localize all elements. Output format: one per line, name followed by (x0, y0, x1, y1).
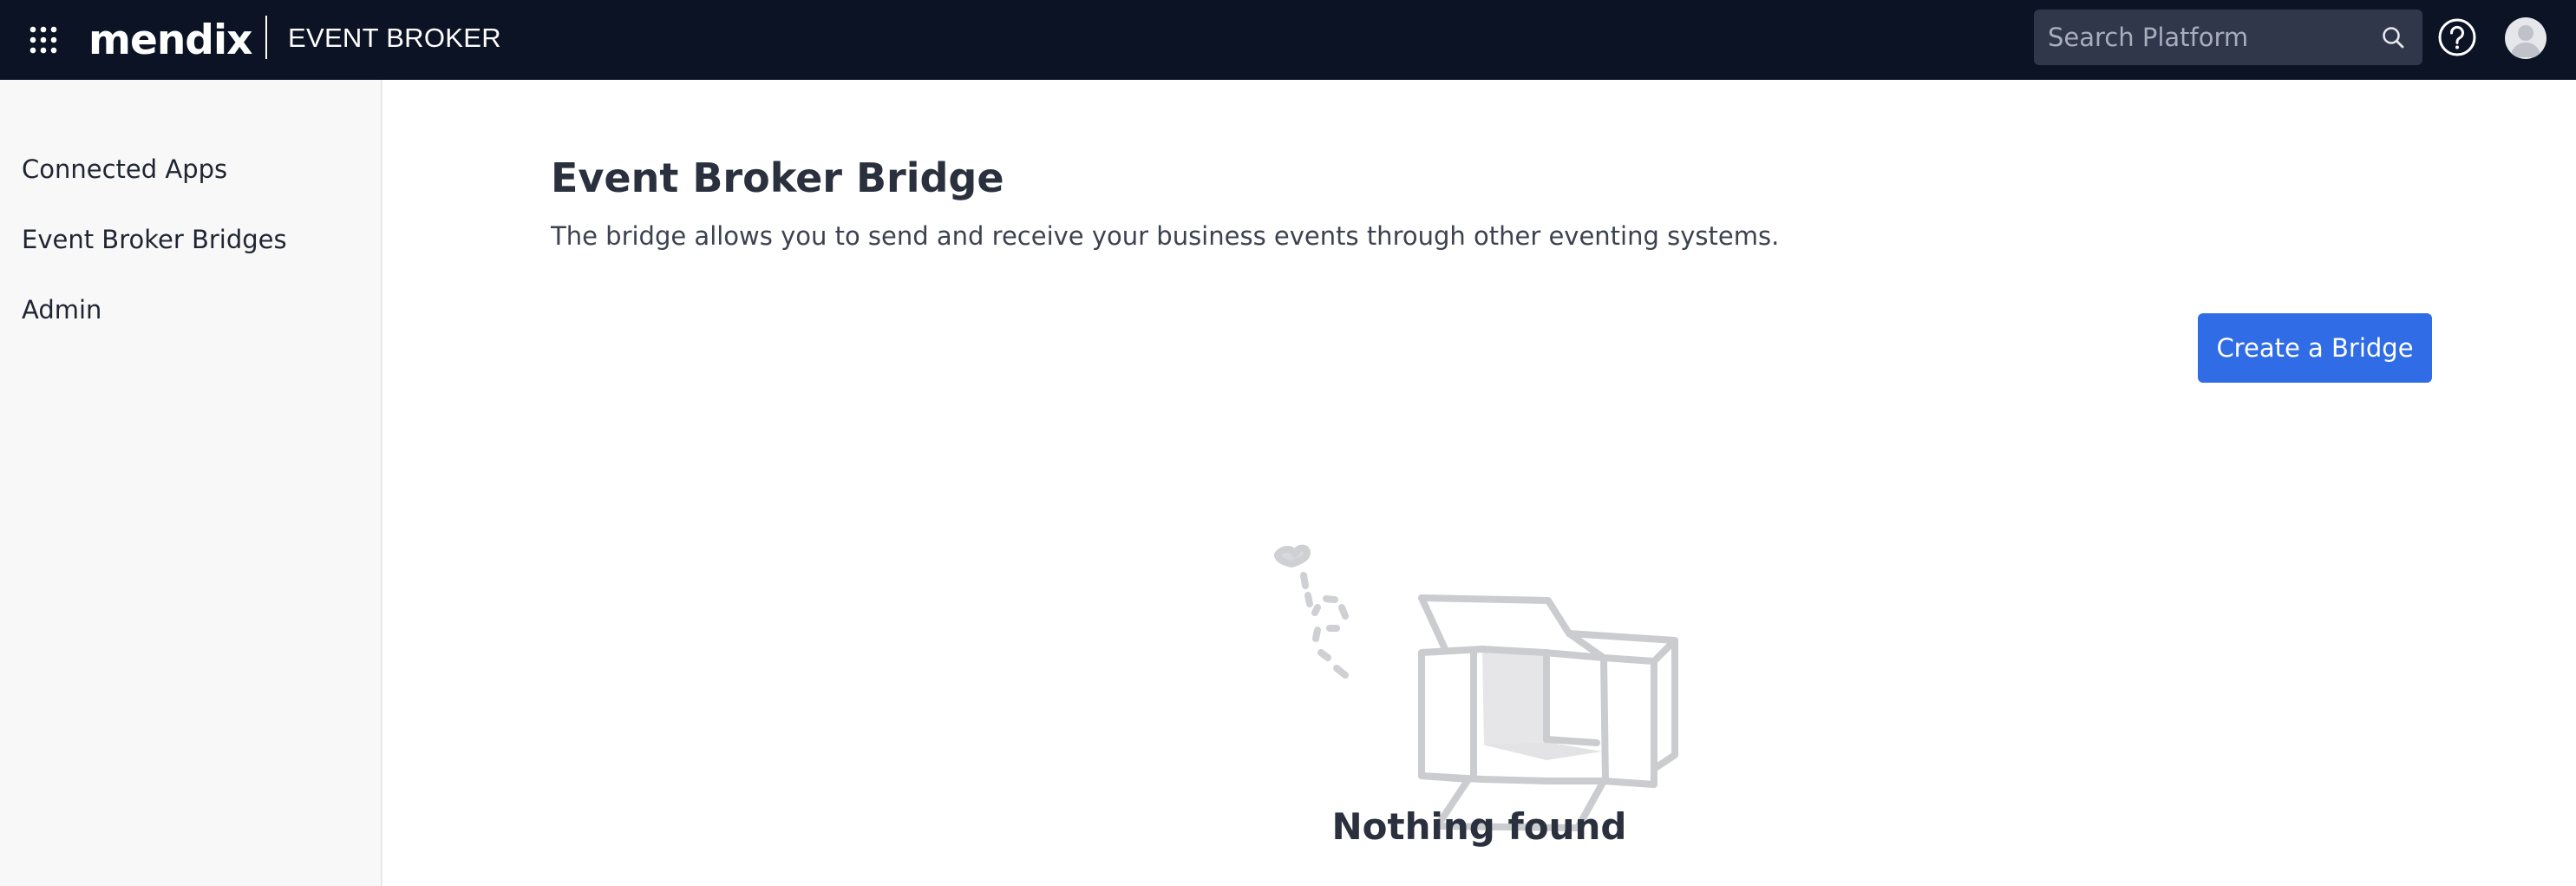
user-avatar[interactable] (2505, 17, 2547, 59)
sidebar: Connected Apps Event Broker Bridges Admi… (0, 80, 382, 886)
main-content: Event Broker Bridge The bridge allows yo… (382, 80, 2576, 886)
create-bridge-button[interactable]: Create a Bridge (2198, 313, 2432, 383)
search-icon[interactable] (2381, 25, 2405, 49)
header-divider (265, 16, 267, 59)
sidebar-item-connected-apps[interactable]: Connected Apps (22, 154, 227, 184)
open-empty-box-icon (1274, 544, 1678, 831)
sidebar-item-event-broker-bridges[interactable]: Event Broker Bridges (22, 225, 287, 254)
user-silhouette-icon (2510, 25, 2541, 57)
help-icon[interactable] (2437, 17, 2477, 57)
mendix-logo[interactable]: mendix (88, 9, 252, 71)
sidebar-item-admin[interactable]: Admin (22, 295, 101, 325)
page-title: Event Broker Bridge (551, 154, 1004, 201)
product-name: EVENT BROKER (288, 23, 501, 53)
empty-state-title: Nothing found (1331, 805, 1627, 848)
page-description: The bridge allows you to send and receiv… (551, 221, 1780, 251)
search-input[interactable] (2034, 10, 2372, 65)
apps-grid-icon[interactable] (28, 24, 59, 56)
top-navigation-bar: mendix EVENT BROKER (0, 0, 2576, 80)
search-box (2034, 10, 2422, 65)
